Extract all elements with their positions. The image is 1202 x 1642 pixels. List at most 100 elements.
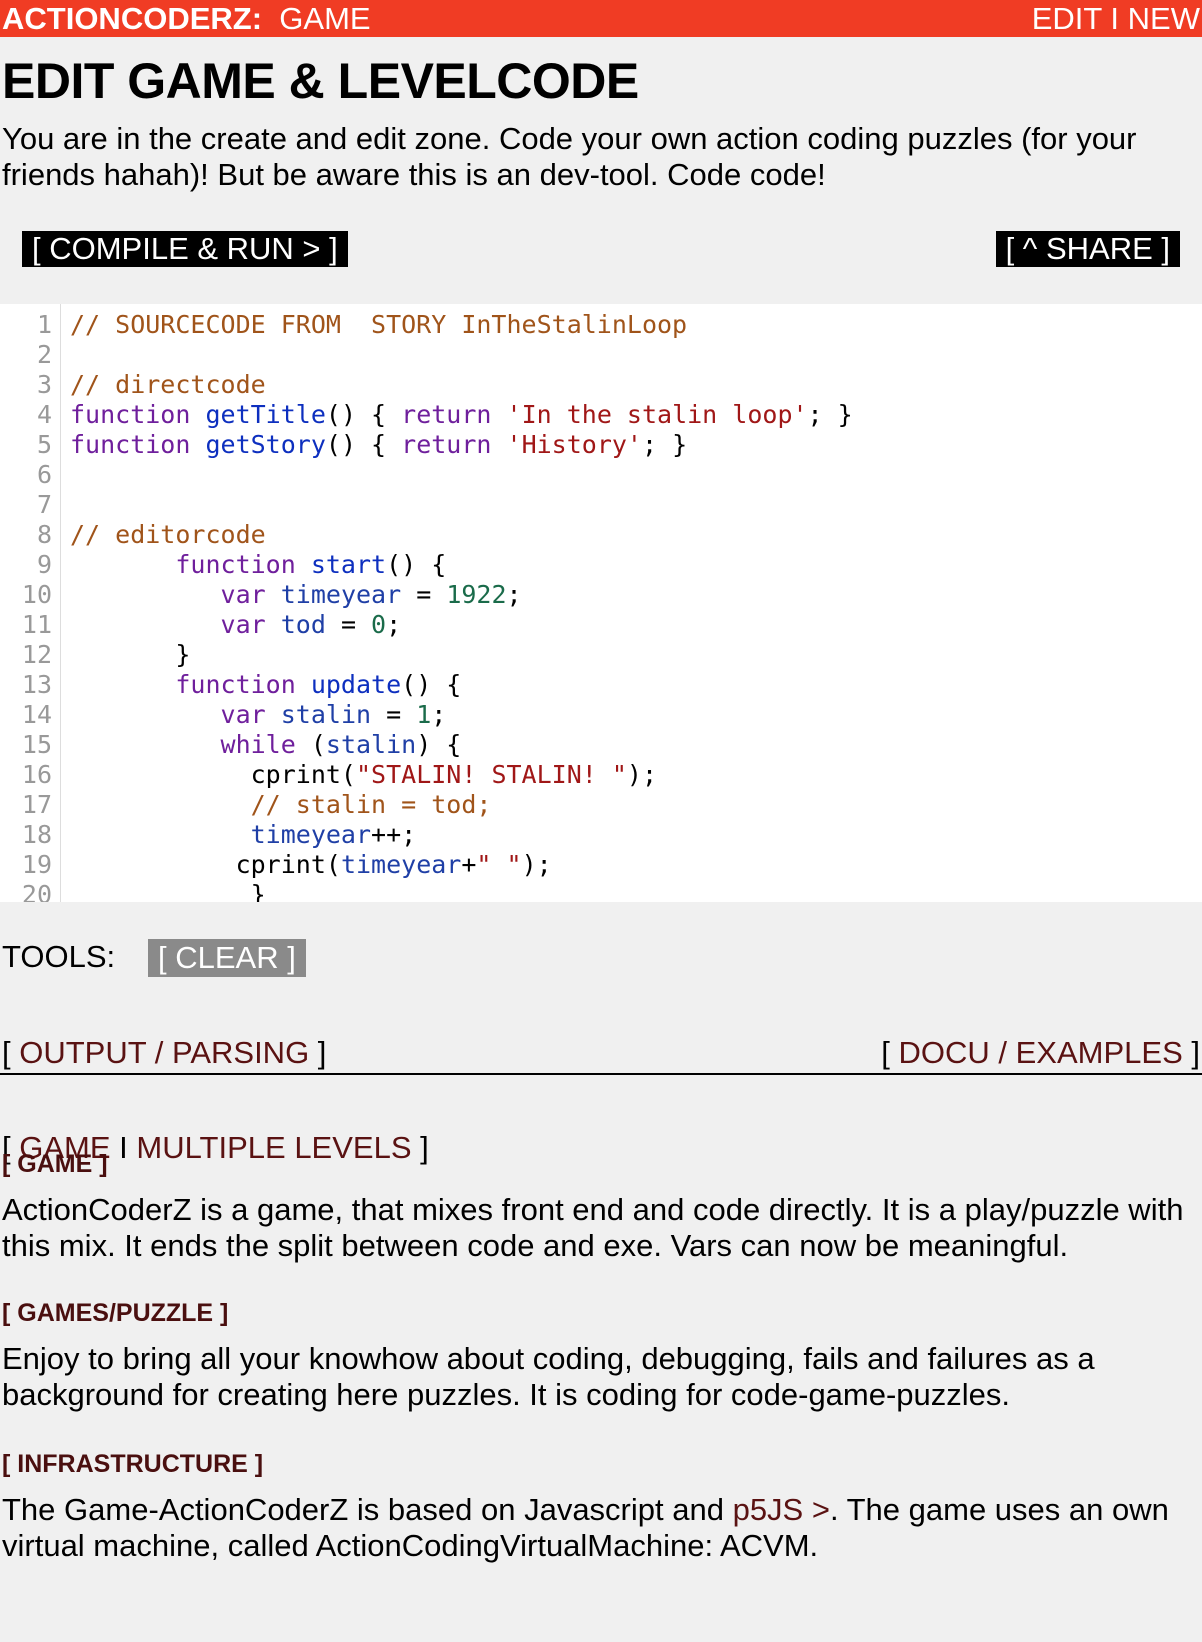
page-title: EDIT GAME & LEVELCODE — [2, 53, 639, 109]
nav-separator: I — [1110, 1, 1120, 36]
code-text: function getStory() { return 'History'; … — [70, 430, 687, 460]
code-lines: 1 // SOURCECODE FROM STORY InTheStalinLoo… — [0, 310, 1202, 902]
code-token: cprint( — [70, 760, 356, 789]
compile-run-button[interactable]: [ COMPILE & RUN > ] — [22, 231, 348, 267]
game-section-title: [ GAME ] — [2, 1150, 108, 1178]
line-number: 12 — [21, 640, 52, 669]
code-line[interactable]: 16 cprint("STALIN! STALIN! "); — [0, 760, 1202, 790]
code-token: var — [220, 580, 281, 609]
code-text: // directcode — [70, 370, 266, 400]
code-token: ; } — [641, 430, 688, 459]
code-line[interactable]: 7 — [0, 490, 1202, 520]
code-token: () { — [401, 670, 462, 699]
brand: ACTIONCODERZ: GAME — [2, 0, 371, 37]
tab-docu-examples[interactable]: [ DOCU / EXAMPLES ] — [881, 1033, 1200, 1073]
code-text: while (stalin) { — [70, 730, 462, 760]
game-section-text: ActionCoderZ is a game, that mixes front… — [2, 1192, 1184, 1263]
clear-button[interactable]: [ CLEAR ] — [148, 939, 306, 977]
puzzle-section-text: Enjoy to bring all your knowhow about co… — [2, 1341, 1095, 1412]
brand-name: ACTIONCODERZ: — [2, 1, 263, 36]
code-text: // stalin = tod; — [70, 790, 492, 820]
code-line[interactable]: 1 // SOURCECODE FROM STORY InTheStalinLoo… — [0, 310, 1202, 340]
code-token: "STALIN! STALIN! " — [355, 760, 627, 789]
code-editor[interactable]: 1 // SOURCECODE FROM STORY InTheStalinLoo… — [0, 304, 1202, 902]
code-token: while — [220, 730, 311, 759]
code-text: cprint("STALIN! STALIN! "); — [70, 760, 657, 790]
code-line[interactable]: 10 var timeyear = 1922; — [0, 580, 1202, 610]
code-line[interactable]: 20 } — [0, 880, 1202, 902]
code-token: getStory — [205, 430, 326, 459]
puzzle-section-title: [ GAMES/PUZZLE ] — [2, 1299, 229, 1327]
code-text: } — [70, 640, 190, 670]
line-number: 9 — [36, 550, 52, 579]
code-token: var — [220, 610, 281, 639]
line-number: 19 — [21, 850, 52, 879]
code-token: ; — [386, 610, 402, 639]
nav-new-link[interactable]: NEW — [1128, 1, 1200, 36]
code-token: + — [461, 850, 477, 879]
code-line[interactable]: 17 // stalin = tod; — [0, 790, 1202, 820]
code-token: 'In the stalin loop' — [506, 400, 808, 429]
code-token: ; — [506, 580, 522, 609]
code-text: var tod = 0; — [70, 610, 402, 640]
code-line[interactable]: 5 function getStory() { return 'History';… — [0, 430, 1202, 460]
code-line[interactable]: 6 — [0, 460, 1202, 490]
line-number: 3 — [36, 370, 52, 399]
code-token: function — [70, 430, 206, 459]
line-number: 1 — [36, 310, 52, 339]
code-text: timeyear++; — [70, 820, 417, 850]
line-number: 17 — [21, 790, 52, 819]
code-text: var stalin = 1; — [70, 700, 447, 730]
p5js-link[interactable]: p5JS > — [733, 1492, 830, 1527]
top-nav: EDIT I NEW — [1032, 0, 1200, 37]
code-token: stalin — [280, 700, 372, 729]
code-line[interactable]: 19 cprint(timeyear+" "); — [0, 850, 1202, 880]
line-number: 10 — [21, 580, 52, 609]
infrastructure-section-text: The Game-ActionCoderZ is based on Javasc… — [2, 1492, 1197, 1564]
code-line[interactable]: 3 // directcode — [0, 370, 1202, 400]
code-line[interactable]: 12 } — [0, 640, 1202, 670]
line-number: 14 — [21, 700, 52, 729]
code-line[interactable]: 4 function getTitle() { return 'In the st… — [0, 400, 1202, 430]
line-number: 13 — [21, 670, 52, 699]
code-line[interactable]: 9 function start() { — [0, 550, 1202, 580]
code-line[interactable]: 11 var tod = 0; — [0, 610, 1202, 640]
code-line[interactable]: 14 var stalin = 1; — [0, 700, 1202, 730]
brand-section: GAME — [279, 1, 371, 36]
code-line[interactable]: 15 while (stalin) { — [0, 730, 1202, 760]
code-line[interactable]: 13 function update() { — [0, 670, 1202, 700]
code-token: var — [220, 700, 281, 729]
code-text: } — [70, 880, 266, 902]
code-text: var timeyear = 1922; — [70, 580, 522, 610]
tab-output-parsing[interactable]: [ OUTPUT / PARSING ] — [2, 1033, 326, 1073]
line-number: 8 — [36, 520, 52, 549]
code-text: function update() { — [70, 670, 461, 700]
code-token: () { — [325, 400, 402, 429]
code-token: // editorcode — [70, 520, 266, 549]
code-token: = — [401, 580, 447, 609]
infra-text-a: The Game-ActionCoderZ is based on Javasc… — [2, 1492, 733, 1527]
code-line[interactable]: 8 // editorcode — [0, 520, 1202, 550]
top-bar: ACTIONCODERZ: GAME EDIT I NEW — [0, 0, 1202, 37]
code-text: function start() { — [70, 550, 446, 580]
code-token: // SOURCECODE FROM STORY InTheStalinLoop — [70, 310, 688, 339]
code-token: } — [70, 640, 191, 669]
code-line[interactable]: 2 — [0, 340, 1202, 370]
nav-edit-link[interactable]: EDIT — [1032, 1, 1102, 36]
line-number: 6 — [36, 460, 52, 489]
code-line[interactable]: 18 timeyear++; — [0, 820, 1202, 850]
code-token: function — [175, 670, 311, 699]
multiple-levels-link[interactable]: MULTIPLE LEVELS — [136, 1130, 411, 1165]
share-button[interactable]: [ ^ SHARE ] — [995, 231, 1180, 267]
code-token: timeyear — [340, 850, 462, 879]
code-token: timeyear — [250, 820, 372, 849]
infrastructure-section-title: [ INFRASTRUCTURE ] — [2, 1450, 264, 1478]
code-token: // directcode — [70, 370, 266, 399]
code-token: cprint( — [70, 850, 341, 879]
